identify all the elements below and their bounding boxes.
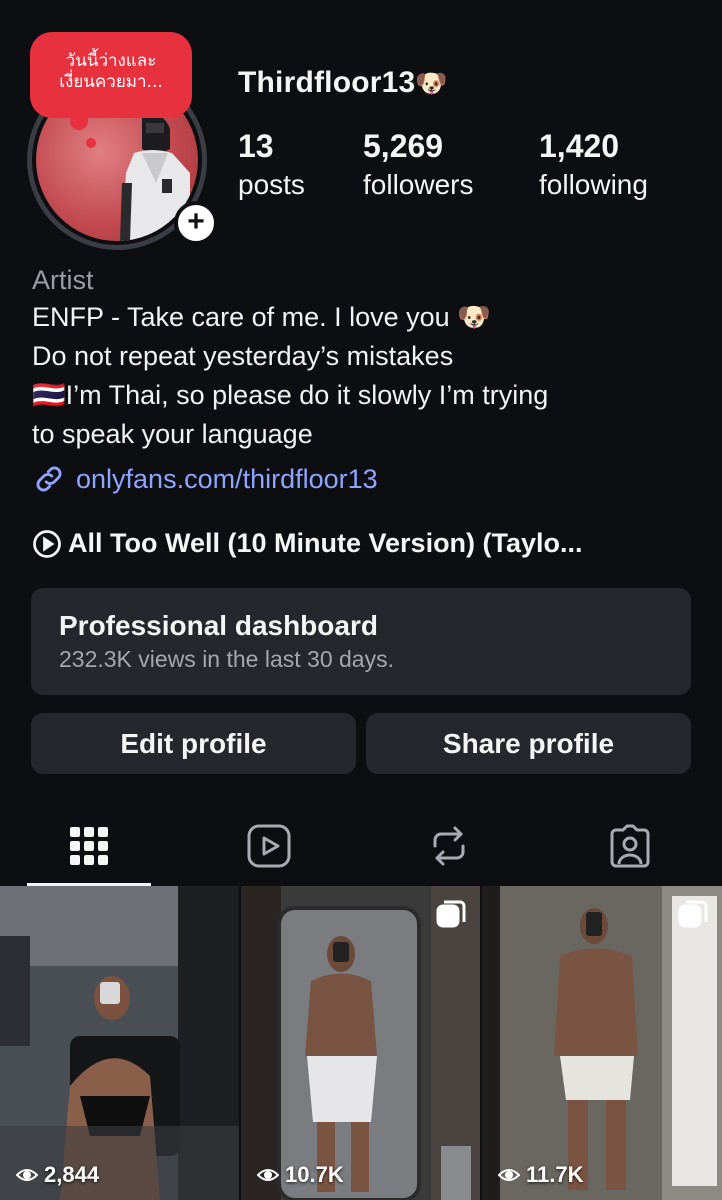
note-line: วันนี้ว่างและ — [65, 51, 157, 71]
profile-avatar-area[interactable]: วันนี้ว่างและ เงี่ยนควยมา... + — [22, 32, 218, 255]
edit-profile-button[interactable]: Edit profile — [31, 713, 356, 774]
stat-label: followers — [363, 169, 474, 200]
view-count-text: 10.7K — [285, 1162, 344, 1187]
tagged-icon — [610, 824, 650, 868]
post-thumbnail[interactable]: 11.7K — [482, 886, 722, 1200]
bio-line: Do not repeat yesterday’s mistakes — [32, 341, 454, 371]
view-count-text: 2,844 — [44, 1162, 100, 1187]
stat-label: posts — [238, 169, 305, 200]
professional-dashboard[interactable]: Professional dashboard 232.3K views in t… — [31, 588, 691, 695]
tab-reposts[interactable] — [387, 808, 511, 884]
category-label: Artist — [32, 265, 94, 295]
share-profile-button[interactable]: Share profile — [366, 713, 691, 774]
tab-posts[interactable] — [27, 808, 151, 886]
plus-icon: + — [187, 205, 205, 238]
grid-icon — [70, 827, 108, 865]
add-story-button[interactable]: + — [174, 201, 218, 245]
post-thumbnail[interactable]: 10.7K — [241, 886, 480, 1200]
post-grid: 2,844 10.7K 11.7K — [0, 886, 722, 1200]
dashboard-title: Professional dashboard — [59, 610, 378, 641]
stat-label: following — [539, 169, 648, 200]
bio-link[interactable]: onlyfans.com/thirdfloor13 — [32, 462, 378, 496]
post-photo — [0, 886, 239, 1200]
multi-photo-icon — [436, 900, 466, 928]
view-count: 2,844 — [16, 1162, 99, 1188]
stat-value: 13 — [238, 128, 274, 164]
eye-icon — [16, 1169, 38, 1181]
post-thumbnail[interactable]: 2,844 — [0, 886, 239, 1200]
note-bubble[interactable]: วันนี้ว่างและ เงี่ยนควยมา... — [30, 32, 192, 148]
dog-emoji: 🐶 — [415, 68, 448, 98]
eye-icon — [257, 1169, 279, 1181]
username: Thirdfloor13🐶 — [238, 66, 448, 100]
profile-tabs — [0, 808, 722, 886]
profile-music[interactable]: All Too Well (10 Minute Version) (Taylo.… — [32, 528, 583, 559]
view-count: 11.7K — [498, 1162, 584, 1188]
tab-reels[interactable] — [207, 808, 331, 884]
multi-photo-icon — [678, 900, 708, 928]
stat-posts[interactable]: 13 posts — [238, 126, 305, 204]
stat-value: 1,420 — [539, 128, 620, 164]
tab-tagged[interactable] — [568, 808, 692, 884]
link-icon — [36, 466, 62, 492]
music-title: All Too Well (10 Minute Version) (Taylo.… — [68, 528, 583, 558]
post-photo — [482, 886, 722, 1200]
play-circle-icon — [33, 529, 61, 558]
post-photo — [241, 886, 480, 1200]
bio: Artist ENFP - Take care of me. I love yo… — [32, 262, 692, 454]
note-line: เงี่ยนควยมา... — [59, 72, 163, 92]
stat-followers[interactable]: 5,269 followers — [363, 126, 473, 204]
view-count-text: 11.7K — [526, 1162, 584, 1187]
stat-following[interactable]: 1,420 following — [539, 126, 648, 204]
view-count: 10.7K — [257, 1162, 344, 1188]
dashboard-subtitle: 232.3K views in the last 30 days. — [59, 646, 394, 672]
bio-line: ENFP - Take care of me. I love you 🐶 — [32, 302, 491, 332]
bio-line: to speak your language — [32, 419, 313, 449]
reels-icon — [247, 824, 291, 868]
username-text: Thirdfloor13 — [238, 66, 416, 99]
eye-icon — [498, 1169, 520, 1181]
stat-value: 5,269 — [363, 128, 444, 164]
bio-line: 🇹🇭I’m Thai, so please do it slowly I’m t… — [32, 380, 549, 410]
reposts-icon — [433, 826, 465, 866]
link-text[interactable]: onlyfans.com/thirdfloor13 — [76, 464, 378, 495]
